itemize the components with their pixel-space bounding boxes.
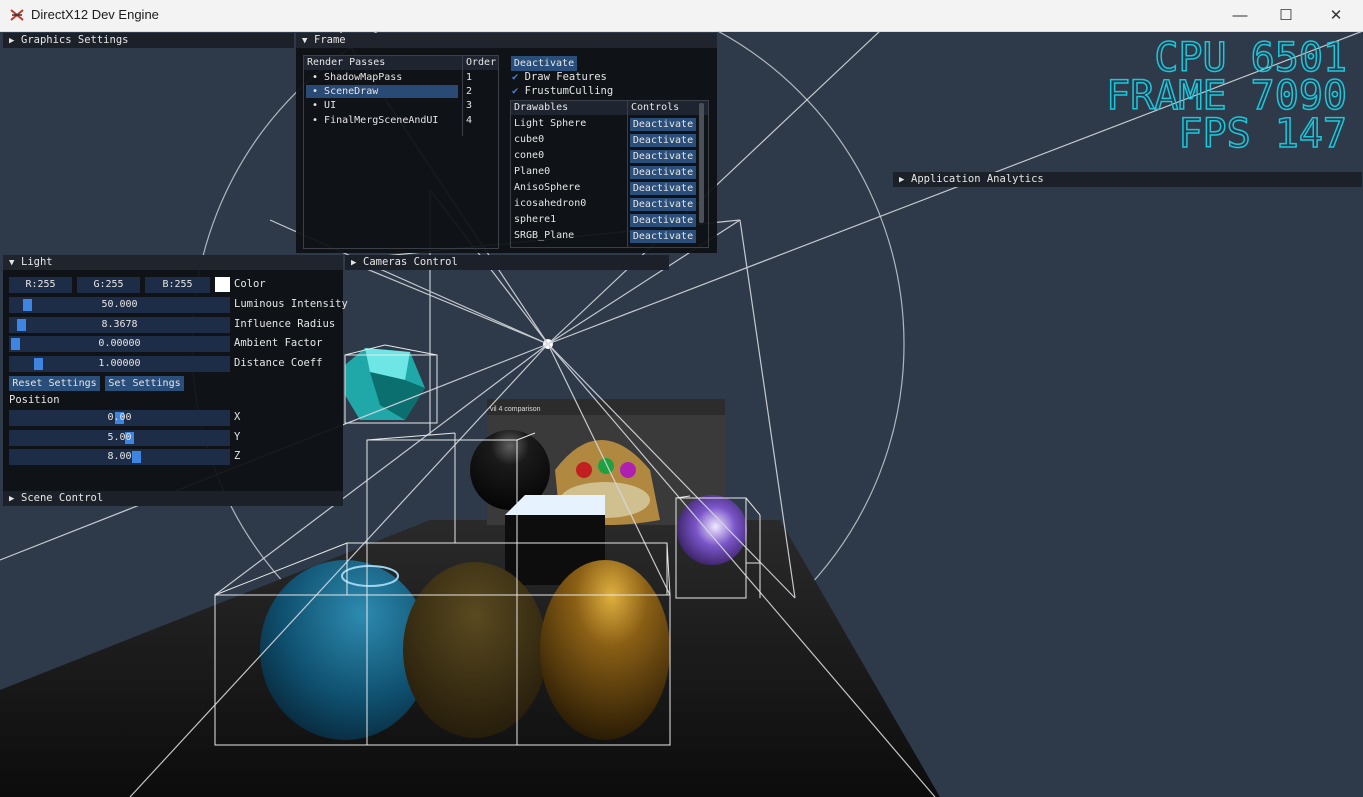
render-pass-order: 1	[466, 72, 473, 83]
render-pass-item[interactable]: • FinalMergSceneAndUI	[312, 114, 438, 128]
scene-control-header[interactable]: ▶ Scene Control	[3, 491, 343, 506]
texture-caption: vil 4 comparison	[490, 406, 541, 413]
cameras-control-header[interactable]: ▶ Cameras Control	[345, 255, 669, 270]
expand-arrow-icon: ▶	[9, 494, 15, 504]
render-passes-column-header: Render Passes	[307, 57, 386, 68]
checkmark-icon: ✔	[512, 71, 519, 83]
maximize-button[interactable]: ☐	[1263, 0, 1309, 31]
icosahedron-render	[345, 348, 425, 420]
position-x-label: X	[234, 411, 241, 423]
drawable-name: sphere1	[514, 214, 557, 225]
render-pass-order: 4	[466, 115, 473, 126]
drawables-column-header: Drawables	[514, 102, 569, 113]
green-channel-input[interactable]: G:255	[77, 277, 140, 293]
deactivate-pass-button[interactable]: Deactivate	[511, 56, 577, 71]
render-pass-item[interactable]: • ShadowMapPass	[312, 71, 402, 85]
color-swatch[interactable]	[215, 277, 230, 292]
render-viewport[interactable]: vil 4 comparison ▶ Graphics Settings ▶ A…	[0, 31, 1363, 797]
position-label: Position	[9, 394, 60, 406]
graphics-settings-header[interactable]: ▶ Graphics Settings	[3, 33, 294, 48]
frustum-culling-checkbox[interactable]: ✔ FrustumCulling	[512, 85, 613, 97]
app-icon	[10, 9, 24, 21]
collapse-arrow-icon: ▼	[302, 36, 308, 46]
deactivate-drawable-button[interactable]: Deactivate	[630, 182, 696, 195]
color-label: Color	[234, 278, 266, 290]
position-y-label: Y	[234, 431, 241, 443]
expand-arrow-icon: ▶	[899, 175, 905, 185]
drawable-name: cube0	[514, 134, 545, 145]
collapse-arrow-icon: ▼	[9, 258, 15, 268]
deactivate-drawable-button[interactable]: Deactivate	[630, 230, 696, 243]
frame-panel: ▼ Frame Render Passes Order • ShadowMapPa…	[296, 33, 717, 253]
deactivate-drawable-button[interactable]: Deactivate	[630, 166, 696, 179]
expand-arrow-icon: ▶	[9, 36, 15, 46]
title-bar: DirectX12 Dev Engine — ☐ ✕	[0, 0, 1363, 32]
distance-coeff-label: Distance Coeff	[234, 357, 323, 369]
drawables-table: Drawables Controls Light Sphere Deactiva…	[510, 100, 709, 248]
deactivate-drawable-button[interactable]: Deactivate	[630, 118, 696, 131]
render-pass-item[interactable]: • UI	[312, 99, 336, 113]
performance-hud: CPU 6501 FRAME 7090 FPS 147	[1105, 34, 1347, 153]
render-passes-table: Render Passes Order • ShadowMapPass 1 • …	[303, 55, 499, 249]
distance-coeff-slider[interactable]: 1.00000	[9, 356, 230, 372]
position-x-slider[interactable]: 0.00	[9, 410, 230, 426]
drawable-name: Plane0	[514, 166, 551, 177]
deactivate-drawable-button[interactable]: Deactivate	[630, 150, 696, 163]
reset-settings-button[interactable]: Reset Settings	[9, 376, 100, 391]
minimize-button[interactable]: —	[1217, 0, 1263, 31]
frame-panel-header[interactable]: ▼ Frame	[296, 33, 717, 48]
drawables-scrollbar[interactable]	[699, 103, 704, 223]
deactivate-drawable-button[interactable]: Deactivate	[630, 214, 696, 227]
close-button[interactable]: ✕	[1313, 0, 1359, 31]
checkmark-icon: ✔	[512, 85, 519, 97]
position-z-label: Z	[234, 450, 241, 462]
application-analytics-header[interactable]: ▶ Application Analytics	[893, 172, 1362, 187]
drawable-name: SRGB_Plane	[514, 230, 575, 241]
order-column-header: Order	[466, 57, 497, 68]
ambient-factor-label: Ambient Factor	[234, 337, 323, 349]
position-z-slider[interactable]: 8.00	[9, 449, 230, 465]
render-pass-order: 2	[466, 86, 473, 97]
render-pass-order: 3	[466, 100, 473, 111]
expand-arrow-icon: ▶	[351, 258, 357, 268]
controls-column-header: Controls	[631, 102, 680, 113]
drawable-name: AnisoSphere	[514, 182, 581, 193]
drawable-name: Light Sphere	[514, 118, 587, 129]
red-channel-input[interactable]: R:255	[9, 277, 72, 293]
blue-channel-input[interactable]: B:255	[145, 277, 210, 293]
ambient-factor-slider[interactable]: 0.00000	[9, 336, 230, 352]
hud-fps: FPS 147	[1178, 111, 1347, 153]
luminous-intensity-slider[interactable]: 50.000	[9, 297, 230, 313]
deactivate-drawable-button[interactable]: Deactivate	[630, 198, 696, 211]
influence-radius-label: Influence Radius	[234, 318, 336, 330]
position-y-slider[interactable]: 5.00	[9, 430, 230, 446]
light-panel-header[interactable]: ▼ Light	[3, 255, 343, 270]
render-pass-item[interactable]: • SceneDraw	[312, 85, 378, 99]
light-panel: ▼ Light R:255 G:255 B:255 Color 50.000 Lu…	[3, 255, 348, 491]
draw-features-checkbox[interactable]: ✔ Draw Features	[512, 71, 607, 83]
drawable-name: icosahedron0	[514, 198, 587, 209]
influence-radius-slider[interactable]: 8.3678	[9, 317, 230, 333]
luminous-intensity-label: Luminous Intensity	[234, 298, 348, 310]
deactivate-drawable-button[interactable]: Deactivate	[630, 134, 696, 147]
window-title: DirectX12 Dev Engine	[31, 7, 159, 22]
drawable-name: cone0	[514, 150, 545, 161]
set-settings-button[interactable]: Set Settings	[105, 376, 184, 391]
